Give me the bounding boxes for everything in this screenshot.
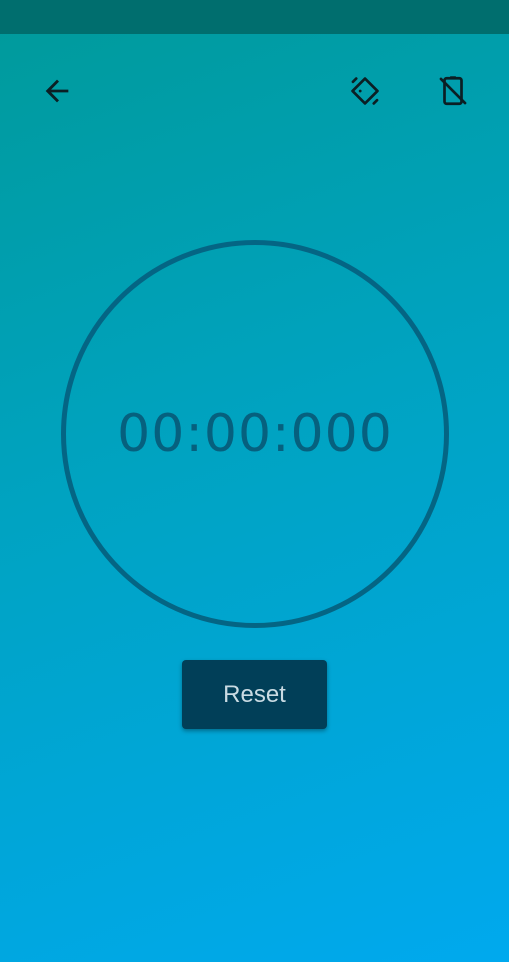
rotate-screen-button[interactable]	[341, 67, 389, 115]
elapsed-time-display: 00:00:000	[117, 404, 393, 464]
stopwatch-dial: 00:00:000	[61, 240, 449, 628]
back-button[interactable]	[33, 67, 81, 115]
screen-lock-off-icon	[439, 76, 467, 106]
reset-button[interactable]: Reset	[182, 660, 327, 729]
keep-screen-on-button[interactable]	[429, 67, 477, 115]
stopwatch-screen: 00:00:000 Reset	[0, 0, 509, 962]
screen-rotation-icon	[351, 77, 379, 105]
status-bar	[0, 0, 509, 34]
arrow-left-icon	[45, 79, 69, 103]
